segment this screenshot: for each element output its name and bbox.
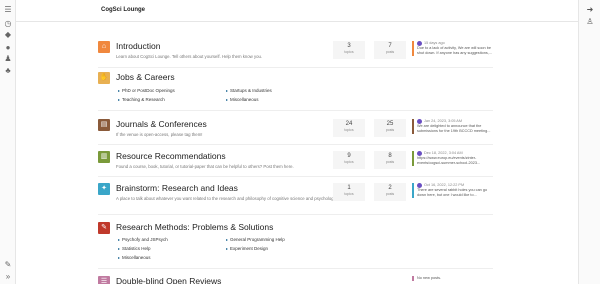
category-title[interactable]: Resource Recommendations xyxy=(116,151,226,161)
category-title[interactable]: Double-blind Open Reviews xyxy=(116,276,221,284)
book-open-icon: ▥ xyxy=(98,151,110,163)
list-icon[interactable]: ☰ xyxy=(3,5,13,15)
book-icon: ▤ xyxy=(98,119,110,131)
posts-count: 8 posts xyxy=(374,151,406,169)
subcategory-link[interactable]: Miscellaneous xyxy=(226,97,259,102)
latest-post[interactable]: Oct 16, 2022, 12:22 PM There are several… xyxy=(412,183,494,198)
wrench-icon: ✎ xyxy=(98,222,110,234)
lightbulb-icon: ✦ xyxy=(98,183,110,195)
category-introduction: ⌂ Introduction Learn about CogSci Lounge… xyxy=(98,41,493,67)
divider xyxy=(98,110,493,111)
subcategory-link[interactable]: Miscellaneous xyxy=(118,255,151,260)
topics-count: 24 topics xyxy=(333,119,365,137)
handshake-icon: ✋ xyxy=(98,72,110,84)
topics-count: 9 topics xyxy=(333,151,365,169)
latest-post: No new posts. xyxy=(412,276,494,281)
posts-count: 2 posts xyxy=(374,183,406,201)
divider xyxy=(98,176,493,177)
subcategory-link[interactable]: General Programming Help xyxy=(226,237,285,242)
add-user-icon[interactable]: ♙ xyxy=(585,17,595,27)
fire-icon[interactable]: ● xyxy=(3,43,13,53)
category-reviews: ☰ Double-blind Open Reviews No new posts… xyxy=(98,276,493,284)
subcategory-link[interactable]: Experiment Design xyxy=(226,246,268,251)
subcategory-link[interactable]: Statistics Help xyxy=(118,246,151,251)
category-title[interactable]: Introduction xyxy=(116,41,160,51)
category-title[interactable]: Brainstorm: Research and Ideas xyxy=(116,183,238,193)
tags-icon[interactable]: ◆ xyxy=(3,30,13,40)
category-description: Found a course, book, tutorial, or tutor… xyxy=(116,164,294,169)
expand-icon[interactable]: » xyxy=(3,272,13,282)
subcategory-link[interactable]: PhD or PostDoc Openings xyxy=(118,88,175,93)
divider xyxy=(98,268,493,269)
category-description: Learn about CogSci Lounge. Tell others a… xyxy=(116,54,263,59)
category-title[interactable]: Research Methods: Problems & Solutions xyxy=(116,222,273,232)
top-header: CogSci Lounge xyxy=(16,0,578,22)
category-description: If the venue is open-access, please tag … xyxy=(116,132,203,137)
category-title[interactable]: Journals & Conferences xyxy=(116,119,207,129)
category-methods: ✎ Research Methods: Problems & Solutions… xyxy=(98,222,493,266)
divider xyxy=(98,214,493,215)
subcategory-link[interactable]: Psychofy and JSPsych xyxy=(118,237,168,242)
category-jobs: ✋ Jobs & Careers PhD or PostDoc Openings… xyxy=(98,72,493,106)
login-icon[interactable]: ➜ xyxy=(585,5,595,15)
brand-title[interactable]: CogSci Lounge xyxy=(101,7,145,13)
door-icon: ⌂ xyxy=(98,41,110,53)
subcategory-link[interactable]: Startups & Industries xyxy=(226,88,272,93)
divider xyxy=(98,67,493,68)
posts-count: 7 posts xyxy=(374,41,406,59)
category-description: A place to talk about whatever you want … xyxy=(116,196,337,201)
left-sidebar: ☰ ◷ ◆ ● ♟ ♣ ✎ » xyxy=(0,0,16,284)
category-journals: ▤ Journals & Conferences If the venue is… xyxy=(98,119,493,143)
subcategory-link[interactable]: Teaching & Research xyxy=(118,97,165,102)
users-icon[interactable]: ♣ xyxy=(3,66,13,76)
user-icon[interactable]: ♟ xyxy=(3,54,13,64)
latest-post[interactable]: Jan 24, 2023, 3:05 AM We are delighted t… xyxy=(412,119,494,134)
topics-count: 3 topics xyxy=(333,41,365,59)
category-title[interactable]: Jobs & Careers xyxy=(116,72,175,82)
latest-post[interactable]: 15 days ago Due to a lack of activity, W… xyxy=(412,41,494,56)
review-icon: ☰ xyxy=(98,276,110,284)
pencil-icon[interactable]: ✎ xyxy=(3,260,13,270)
clock-icon[interactable]: ◷ xyxy=(3,19,13,29)
posts-count: 25 posts xyxy=(374,119,406,137)
category-resources: ▥ Resource Recommendations Found a cours… xyxy=(98,151,493,175)
right-sidebar: ➜ ♙ xyxy=(578,0,600,284)
category-brainstorm: ✦ Brainstorm: Research and Ideas A place… xyxy=(98,183,493,211)
latest-post[interactable]: Dec 18, 2022, 3:04 AM https://www.europ.… xyxy=(412,151,494,166)
divider xyxy=(98,144,493,145)
topics-count: 1 topics xyxy=(333,183,365,201)
